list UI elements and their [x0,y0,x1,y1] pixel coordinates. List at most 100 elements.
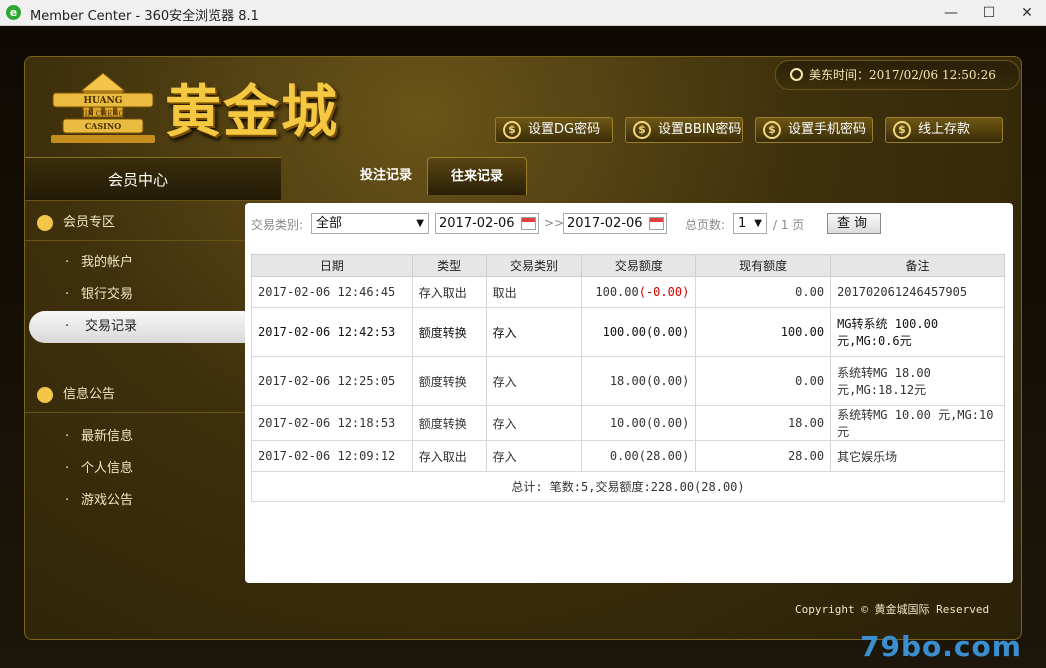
set-phone-password-button[interactable]: $ 设置手机密码 [755,117,873,143]
cell-balance: 0.00 [695,276,832,308]
cell-amount: 100.00(0.00) [581,307,697,357]
dollar-coin-icon: $ [633,121,651,139]
transaction-type-select[interactable]: 全部 ▼ [311,213,429,234]
time-label: 美东时间：2017/02/06 12:50:26 [809,68,996,82]
table-row: 2017-02-06 12:42:53 额度转换 存入 100.00(0.00)… [251,307,1005,357]
date-to-input[interactable]: 2017-02-06 [563,213,667,234]
page-select[interactable]: 1 ▼ [733,213,767,234]
sidebar-section-announcements[interactable]: 信息公告 [25,377,245,413]
cell-note: 系统转MG 18.00 元,MG:18.12元 [830,356,1005,406]
maximize-button[interactable]: ☐ [974,2,1004,24]
cell-date: 2017-02-06 12:46:45 [251,276,413,308]
date-to-value: 2017-02-06 [567,216,643,231]
cell-amount: 18.00(0.00) [581,356,697,406]
amount-value: 10.00 [609,416,646,430]
amount-value: 0.00 [609,449,639,463]
amount-paren: (0.00) [645,325,690,339]
sidebar-item-bank-transaction[interactable]: 银行交易 [25,279,245,311]
button-label: 设置手机密码 [788,122,867,137]
query-button[interactable]: 查询 [827,213,881,234]
site-logo[interactable]: HUANG JIN CHENG CASINO 黄金城 [43,65,353,153]
date-from-input[interactable]: 2017-02-06 [435,213,539,234]
cell-category: 存入 [485,440,583,472]
cell-date: 2017-02-06 12:25:05 [251,356,413,406]
set-dg-password-button[interactable]: $ 设置DG密码 [495,117,613,143]
amount-paren: (28.00) [638,449,690,463]
table-row: 2017-02-06 12:18:53 额度转换 存入 10.00(0.00) … [251,405,1005,441]
cell-category: 存入 [485,356,583,406]
browser-titlebar: e Member Center - 360安全浏览器 8.1 — ☐ ✕ [0,0,1046,26]
cell-category: 存入 [485,405,583,441]
cell-note: 系统转MG 10.00 元,MG:10元 [830,405,1005,441]
tab-transaction-records[interactable]: 往来记录 [427,157,527,195]
calendar-icon[interactable] [521,217,536,230]
us-east-time: 美东时间：2017/02/06 12:50:26 [775,60,1020,90]
transaction-table: 日期 类型 交易类别 交易额度 现有额度 备注 2017-02-06 12:46… [251,254,1005,502]
amount-paren: (0.00) [645,416,690,430]
page-background: HUANG JIN CHENG CASINO 黄金城 美东时间：2017/02/… [0,26,1046,668]
cell-balance: 100.00 [695,307,832,357]
casino-building-icon: HUANG JIN CHENG CASINO [51,72,155,143]
amount-value: 100.00 [602,325,646,339]
column-header: 备注 [830,254,1005,277]
sidebar-item-game-announcements[interactable]: 游戏公告 [25,485,245,517]
cell-note: MG转系统 100.00 元,MG:0.6元 [830,307,1005,357]
calendar-icon[interactable] [649,217,664,230]
clock-icon [790,68,803,81]
button-label: 设置BBIN密码 [658,122,742,137]
close-button[interactable]: ✕ [1012,2,1042,24]
logo-badge-line-2: JIN CHENG [81,110,125,118]
watermark: 79bo.com [860,630,1022,663]
cell-category: 取出 [485,276,583,308]
dropdown-arrow-icon: ▼ [416,218,424,229]
cell-note: 其它娱乐场 [830,440,1005,472]
pages-label: 总页数: [685,218,726,232]
table-row: 2017-02-06 12:46:45 存入取出 取出 100.00(-0.00… [251,276,1005,308]
cell-type: 额度转换 [411,307,487,357]
cell-date: 2017-02-06 12:42:53 [251,307,413,357]
section-label: 信息公告 [63,387,116,402]
window-title: Member Center - 360安全浏览器 8.1 [30,9,259,24]
table-header-row: 日期 类型 交易类别 交易额度 现有额度 备注 [251,254,1005,277]
cell-type: 额度转换 [411,405,487,441]
cell-category: 存入 [485,307,583,357]
cell-type: 额度转换 [411,356,487,406]
sidebar-item-transaction-records[interactable]: 交易记录 [29,311,245,343]
copyright: Copyright © 黄金城国际 Reserved [795,603,990,616]
main-frame: HUANG JIN CHENG CASINO 黄金城 美东时间：2017/02/… [24,56,1022,640]
column-header: 现有额度 [695,254,832,277]
select-value: 全部 [316,216,343,231]
section-label: 会员专区 [63,215,116,230]
record-tabs: 投注记录 往来记录 [281,157,1021,201]
sidebar-title: 会员中心 [25,157,281,201]
cell-amount: 10.00(0.00) [581,405,697,441]
chat-bubble-icon [37,387,53,403]
logo-badge-line-1: HUANG [84,96,123,106]
date-separator: >> [544,216,565,230]
logo-badge-line-3: CASINO [85,121,121,131]
cell-type: 存入取出 [411,440,487,472]
sidebar-section-member[interactable]: 会员专区 [25,205,245,241]
set-bbin-password-button[interactable]: $ 设置BBIN密码 [625,117,743,143]
table-row: 2017-02-06 12:09:12 存入取出 存入 0.00(28.00) … [251,440,1005,472]
amount-value: 100.00 [595,285,639,299]
dollar-coin-icon: $ [503,121,521,139]
amount-value: 18.00 [609,374,646,388]
member-user-icon [37,215,53,231]
minimize-button[interactable]: — [936,2,966,24]
sidebar-item-personal-info[interactable]: 个人信息 [25,453,245,485]
amount-paren: (-0.00) [638,285,690,299]
cell-balance: 0.00 [695,356,832,406]
sidebar-item-my-account[interactable]: 我的帐户 [25,247,245,279]
sidebar-item-latest-info[interactable]: 最新信息 [25,421,245,453]
tab-bet-records[interactable]: 投注记录 [341,157,431,195]
dollar-coin-icon: $ [763,121,781,139]
column-header: 交易额度 [581,254,697,277]
online-deposit-button[interactable]: $ 线上存款 [885,117,1003,143]
dollar-coin-icon: $ [893,121,911,139]
amount-paren: (0.00) [645,374,690,388]
table-row: 2017-02-06 12:25:05 额度转换 存入 18.00(0.00) … [251,356,1005,406]
cell-amount: 100.00(-0.00) [581,276,697,308]
cell-date: 2017-02-06 12:18:53 [251,405,413,441]
cell-date: 2017-02-06 12:09:12 [251,440,413,472]
